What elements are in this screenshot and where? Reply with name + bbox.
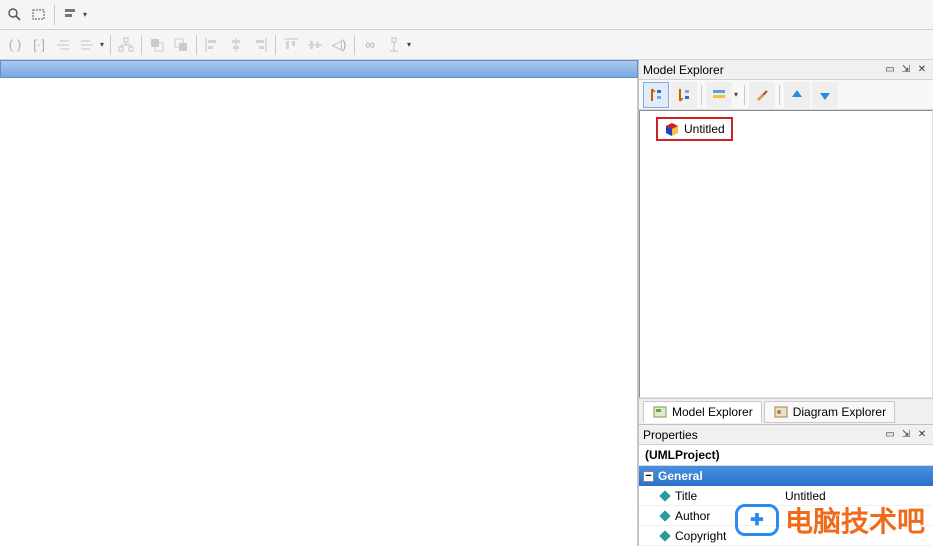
toolbar-row-2: ( ) [·] ▾ ◁) ∞ ▾ xyxy=(0,30,933,60)
collapse-toggle-icon[interactable]: − xyxy=(643,471,654,482)
minimize-icon[interactable]: ▭ xyxy=(883,63,897,77)
close-icon[interactable]: ✕ xyxy=(915,63,929,77)
separator xyxy=(701,85,702,105)
model-explorer-header: Model Explorer ▭ ⇲ ✕ xyxy=(639,60,933,80)
property-row-title[interactable]: Title Untitled xyxy=(639,486,933,506)
bracket-icon: [·] xyxy=(28,34,50,56)
explorer-tabs: Model Explorer Diagram Explorer xyxy=(639,398,933,424)
dropdown-arrow-icon[interactable]: ▾ xyxy=(98,40,106,49)
main-layout: Model Explorer ▭ ⇲ ✕ ▾ xyxy=(0,60,933,546)
canvas-area xyxy=(0,60,638,546)
select-rect-icon[interactable] xyxy=(28,4,50,26)
zoom-icon[interactable] xyxy=(4,4,26,26)
move-up-icon[interactable] xyxy=(784,82,810,108)
diamond-icon xyxy=(659,510,670,521)
separator xyxy=(110,35,111,55)
close-icon[interactable]: ✕ xyxy=(915,428,929,442)
dropdown-arrow-icon[interactable]: ▾ xyxy=(732,90,740,99)
properties-type-label: (UMLProject) xyxy=(639,445,933,466)
side-panel: Model Explorer ▭ ⇲ ✕ ▾ xyxy=(638,60,933,546)
diamond-icon xyxy=(659,490,670,501)
diagram-explorer-tab-icon xyxy=(773,404,789,420)
package-icon xyxy=(664,121,680,137)
tree-root-node[interactable]: Untitled xyxy=(656,117,733,141)
dist-h-icon: ∞ xyxy=(359,34,381,56)
brush-icon[interactable] xyxy=(749,82,775,108)
tab-label: Model Explorer xyxy=(672,405,753,419)
properties-grid: − General Title Untitled Author Copyrigh… xyxy=(639,466,933,546)
align-center-icon xyxy=(225,34,247,56)
pin-icon[interactable]: ⇲ xyxy=(899,428,913,442)
minimize-icon[interactable]: ▭ xyxy=(883,428,897,442)
separator xyxy=(275,35,276,55)
property-row-copyright[interactable]: Copyright xyxy=(639,526,933,546)
panel-title: Properties xyxy=(643,428,881,442)
separator xyxy=(779,85,780,105)
tab-model-explorer[interactable]: Model Explorer xyxy=(643,401,762,423)
separator xyxy=(141,35,142,55)
outdent-icon xyxy=(52,34,74,56)
align-middle-icon xyxy=(304,34,326,56)
filter-stack-icon[interactable] xyxy=(706,82,732,108)
panel-title: Model Explorer xyxy=(643,63,881,77)
tab-diagram-explorer[interactable]: Diagram Explorer xyxy=(764,401,895,423)
align-tool-icon[interactable] xyxy=(59,4,81,26)
properties-header: Properties ▭ ⇲ ✕ xyxy=(639,425,933,445)
category-label: General xyxy=(658,469,703,483)
property-name: Author xyxy=(675,509,785,523)
property-name: Copyright xyxy=(675,529,785,543)
tab-label: Diagram Explorer xyxy=(793,405,886,419)
explorer-toolbar: ▾ xyxy=(639,80,933,110)
align-right-icon xyxy=(249,34,271,56)
move-down-icon[interactable] xyxy=(812,82,838,108)
align-top-icon xyxy=(280,34,302,56)
sort-reverse-icon[interactable] xyxy=(671,82,697,108)
dropdown-arrow-icon[interactable]: ▾ xyxy=(81,10,89,19)
separator xyxy=(354,35,355,55)
diamond-icon xyxy=(659,530,670,541)
align-bottom-icon: ◁) xyxy=(328,34,350,56)
property-row-author[interactable]: Author xyxy=(639,506,933,526)
dropdown-arrow-icon[interactable]: ▾ xyxy=(405,40,413,49)
model-explorer-tab-icon xyxy=(652,404,668,420)
canvas-titlebar[interactable] xyxy=(0,60,638,78)
indent-icon xyxy=(76,34,98,56)
pin-icon[interactable]: ⇲ xyxy=(899,63,913,77)
tree-icon xyxy=(115,34,137,56)
sort-alpha-icon[interactable] xyxy=(643,82,669,108)
dist-v-icon xyxy=(383,34,405,56)
paren-open-icon: ( ) xyxy=(4,34,26,56)
separator xyxy=(54,5,55,25)
properties-category[interactable]: − General xyxy=(639,466,933,486)
property-value[interactable]: Untitled xyxy=(785,489,933,503)
diagram-canvas[interactable] xyxy=(0,78,638,546)
bring-forward-icon xyxy=(146,34,168,56)
separator xyxy=(196,35,197,55)
align-left-icon xyxy=(201,34,223,56)
property-name: Title xyxy=(675,489,785,503)
separator xyxy=(744,85,745,105)
tree-node-label: Untitled xyxy=(684,122,725,136)
send-backward-icon xyxy=(170,34,192,56)
model-tree[interactable]: Untitled xyxy=(639,110,933,398)
properties-panel: Properties ▭ ⇲ ✕ (UMLProject) − General … xyxy=(639,424,933,546)
toolbar-row-1: ▾ xyxy=(0,0,933,30)
